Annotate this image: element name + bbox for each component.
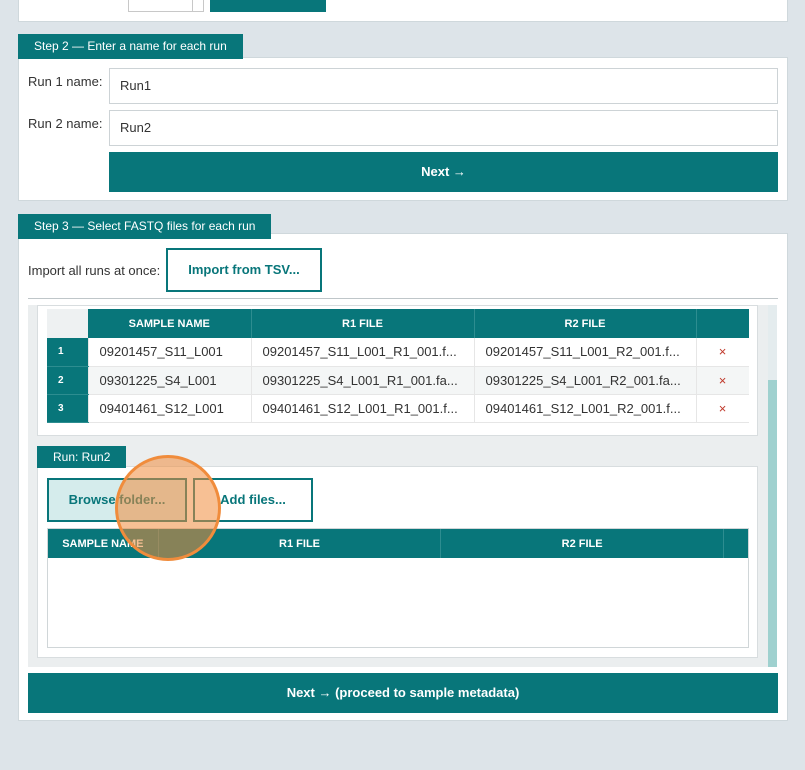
- actions-header: [723, 529, 748, 558]
- step1-select[interactable]: [128, 0, 204, 12]
- r1-file-cell[interactable]: 09201457_S11_L001_R1_001.f...: [251, 338, 475, 367]
- r2-file-header[interactable]: R2 FILE: [440, 529, 724, 558]
- run2-table: SAMPLE NAME R1 FILE R2 FILE: [48, 529, 748, 558]
- sample-name-cell[interactable]: 09201457_S11_L001: [88, 338, 252, 367]
- table-row[interactable]: 1 09201457_S11_L001 09201457_S11_L001_R1…: [47, 338, 749, 367]
- runs-table-wrap: SAMPLE NAME R1 FILE R2 FILE 1 09201457_S…: [47, 309, 749, 427]
- row-number: 2: [47, 366, 89, 395]
- delete-row-icon[interactable]: ×: [696, 366, 749, 395]
- sample-name-header[interactable]: SAMPLE NAME: [48, 529, 159, 558]
- run1-name-input[interactable]: Run1: [109, 68, 778, 104]
- row-number: 1: [47, 338, 89, 367]
- delete-row-icon[interactable]: ×: [696, 338, 749, 367]
- run2-name-input[interactable]: Run2: [109, 110, 778, 146]
- browse-folder-button[interactable]: Browse folder...: [47, 478, 187, 522]
- r1-file-cell[interactable]: 09401461_S12_L001_R1_001.f...: [251, 394, 475, 423]
- step3-next-button[interactable]: Next → (proceed to sample metadata): [28, 673, 778, 713]
- step1-button[interactable]: [210, 0, 326, 12]
- r2-file-cell[interactable]: 09201457_S11_L001_R2_001.f...: [474, 338, 697, 367]
- import-tsv-button[interactable]: Import from TSV...: [166, 248, 322, 292]
- rownum-header: [47, 309, 88, 338]
- sample-name-header[interactable]: SAMPLE NAME: [88, 309, 252, 338]
- r1-file-cell[interactable]: 09301225_S4_L001_R1_001.fa...: [251, 366, 475, 395]
- step2-tab: Step 2 — Enter a name for each run: [18, 34, 243, 59]
- add-files-button[interactable]: Add files...: [193, 478, 313, 522]
- row-number: 3: [47, 394, 89, 423]
- run2-name-label: Run 2 name:: [28, 116, 103, 131]
- run1-name-label: Run 1 name:: [28, 74, 103, 89]
- table-row[interactable]: 2 09301225_S4_L001 09301225_S4_L001_R1_0…: [47, 366, 749, 395]
- import-label: Import all runs at once:: [28, 263, 161, 278]
- delete-row-icon[interactable]: ×: [696, 394, 749, 423]
- table-row[interactable]: 3 09401461_S12_L001 09401461_S12_L001_R1…: [47, 394, 749, 423]
- r2-file-cell[interactable]: 09301225_S4_L001_R2_001.fa...: [474, 366, 697, 395]
- r2-file-cell[interactable]: 09401461_S12_L001_R2_001.f...: [474, 394, 697, 423]
- sample-name-cell[interactable]: 09301225_S4_L001: [88, 366, 252, 395]
- run2-table-wrap: SAMPLE NAME R1 FILE R2 FILE: [47, 528, 749, 648]
- step3-tab: Step 3 — Select FASTQ files for each run: [18, 214, 272, 239]
- runs-table: SAMPLE NAME R1 FILE R2 FILE 1 09201457_S…: [47, 309, 749, 423]
- step2-next-button[interactable]: Next →: [109, 152, 778, 192]
- divider: [28, 298, 778, 299]
- actions-header: [696, 309, 749, 338]
- sample-name-cell[interactable]: 09401461_S12_L001: [88, 394, 252, 423]
- r1-file-header[interactable]: R1 FILE: [251, 309, 475, 338]
- r1-file-header[interactable]: R1 FILE: [158, 529, 442, 558]
- scrollbar-thumb[interactable]: [768, 380, 777, 667]
- r2-file-header[interactable]: R2 FILE: [474, 309, 697, 338]
- run2-tab: Run: Run2: [37, 446, 127, 468]
